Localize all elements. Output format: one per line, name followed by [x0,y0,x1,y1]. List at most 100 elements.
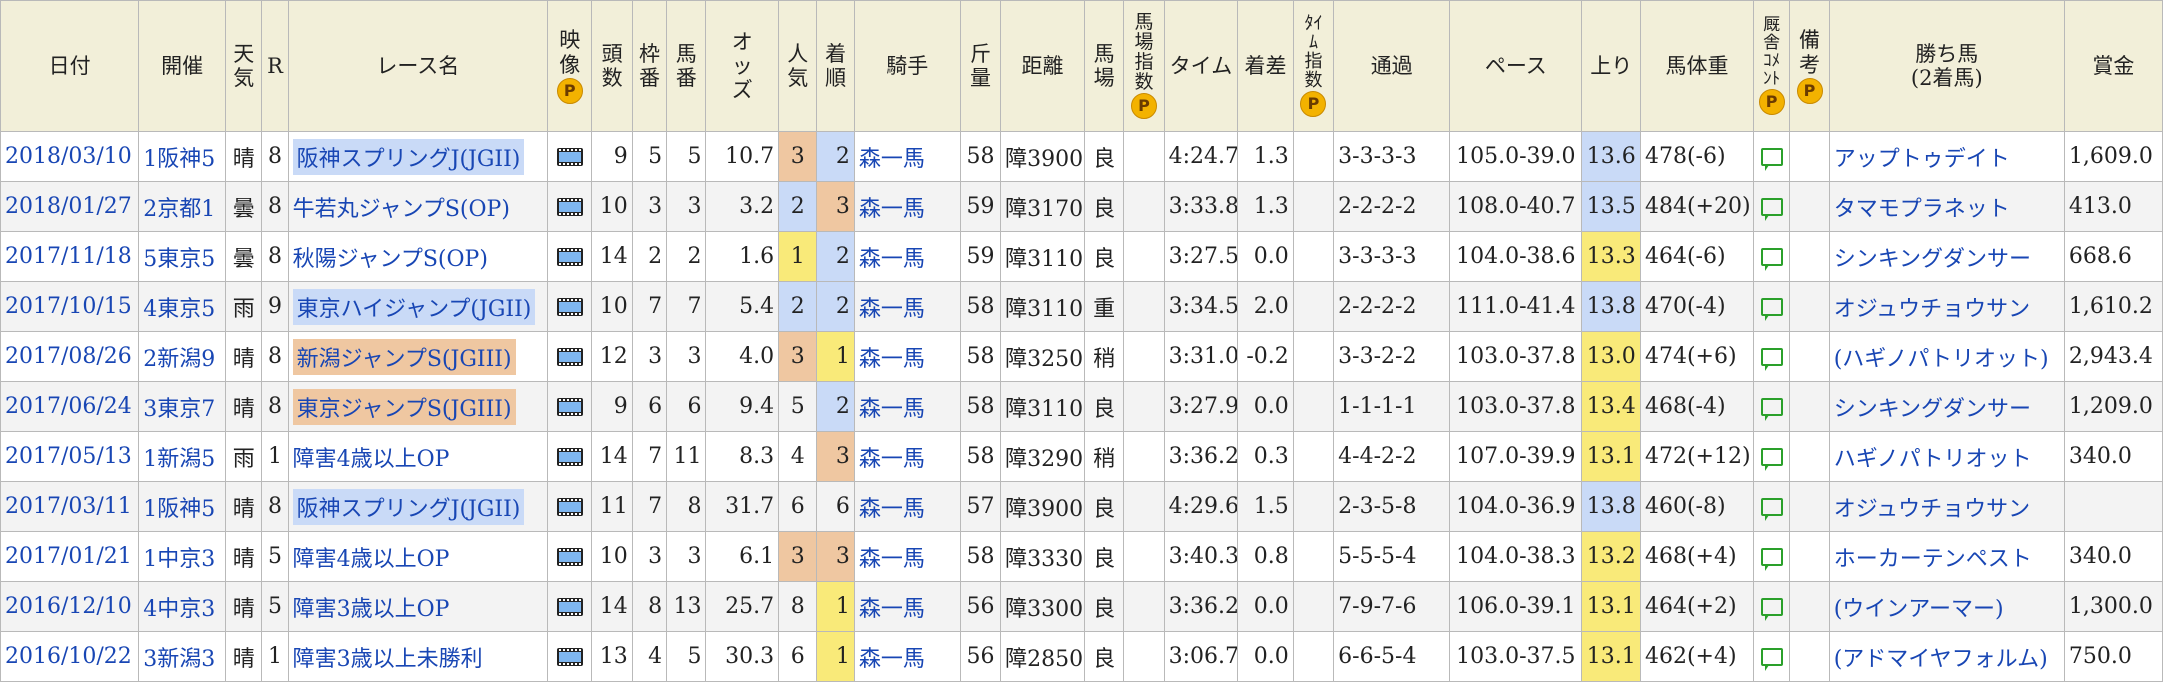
jockey-link[interactable]: 森一馬 [859,597,925,622]
jockey-link[interactable]: 森一馬 [859,647,925,672]
notes-cell [1789,181,1830,232]
comment-icon[interactable] [1760,348,1783,371]
comment-icon[interactable] [1760,648,1783,671]
video-icon[interactable] [556,198,583,216]
video-icon[interactable] [556,298,583,316]
race-name-link[interactable]: 新潟ジャンプS(JGIII) [292,338,516,375]
race-name-link[interactable]: 障害4歳以上OP [293,547,450,572]
venue-link[interactable]: 4中京3 [143,597,215,622]
jockey-link[interactable]: 森一馬 [859,347,925,372]
venue-link[interactable]: 2京都1 [143,197,215,222]
winner-link[interactable]: タマモプラネット [1834,197,2010,222]
jockey-link[interactable]: 森一馬 [859,547,925,572]
stable-comment-cell [1752,481,1791,532]
venue-link[interactable]: 2新潟9 [143,347,215,372]
venue-link[interactable]: 1新潟5 [143,447,215,472]
venue-link[interactable]: 3新潟3 [143,647,215,672]
premium-p-icon[interactable]: P [1758,88,1785,115]
race-name-link[interactable]: 障害3歳以上OP [293,597,450,622]
video-icon[interactable] [556,148,583,166]
date-link[interactable]: 2017/03/11 [5,494,132,519]
comment-icon[interactable] [1760,248,1783,271]
winner-link[interactable]: オジュウチョウサン [1834,297,2030,322]
col-date[interactable]: 日付 [0,0,140,132]
video-icon[interactable] [556,548,583,566]
col-popularity: 人 気 [778,0,818,132]
winner-link[interactable]: アップトゥデイト [1834,147,2010,172]
jockey-link[interactable]: 森一馬 [859,447,925,472]
premium-p-icon[interactable]: P [1130,92,1157,119]
venue-link[interactable]: 3東京7 [143,397,215,422]
video-icon[interactable] [556,448,583,466]
race-name-link[interactable]: 阪神スプリングJ(JGII) [292,488,525,525]
jockey-link[interactable]: 森一馬 [859,147,925,172]
race-name-link[interactable]: 阪神スプリングJ(JGII) [292,138,525,175]
video-icon[interactable] [556,348,583,366]
jockey-link-cell: 森一馬 [853,631,961,682]
date-link[interactable]: 2017/08/26 [5,344,132,369]
date-link[interactable]: 2018/01/27 [5,194,132,219]
date-link-cell: 2017/11/18 [0,231,140,282]
video-icon[interactable] [556,648,583,666]
venue-link[interactable]: 5東京5 [143,247,215,272]
date-link[interactable]: 2017/05/13 [5,444,132,469]
col-prize: 賞金 [2063,0,2163,132]
jockey-link[interactable]: 森一馬 [859,297,925,322]
venue-link[interactable]: 1阪神5 [143,147,215,172]
jockey-link[interactable]: 森一馬 [859,197,925,222]
race-name-link[interactable]: 障害3歳以上未勝利 [293,647,483,672]
comment-icon[interactable] [1760,398,1783,421]
venue-link[interactable]: 1阪神5 [143,497,215,522]
winner-link[interactable]: (ウインアーマー) [1834,597,2004,622]
winner-link[interactable]: オジュウチョウサン [1834,497,2030,522]
comment-icon[interactable] [1760,298,1783,321]
comment-icon[interactable] [1760,598,1783,621]
venue-link[interactable]: 4東京5 [143,297,215,322]
winner-link[interactable]: ハギノパトリオット [1834,447,2032,472]
odds-cell: 9.4 [705,381,780,432]
date-link[interactable]: 2017/11/18 [5,244,132,269]
comment-icon[interactable] [1760,148,1783,171]
date-link[interactable]: 2017/06/24 [5,394,132,419]
premium-p-icon[interactable]: P [1796,77,1823,104]
weight-carried-cell: 59 [959,231,1002,282]
comment-icon[interactable] [1760,198,1783,221]
video-icon[interactable] [556,248,583,266]
race-name-link-cell: 牛若丸ジャンプS(OP) [287,181,549,232]
jockey-link[interactable]: 森一馬 [859,497,925,522]
col-horse-no: 馬 番 [666,0,707,132]
jockey-link[interactable]: 森一馬 [859,397,925,422]
body-weight-cell: 484(+20) [1639,181,1755,232]
winner-link[interactable]: (アドマイヤフォルム) [1834,647,2048,672]
video-icon[interactable] [556,398,583,416]
heads-cell: 11 [591,481,633,532]
comment-icon[interactable] [1760,448,1783,471]
prize-cell: 1,300.0 [2063,581,2163,632]
video-icon[interactable] [556,598,583,616]
premium-p-icon[interactable]: P [1300,90,1327,117]
race-name-link[interactable]: 障害4歳以上OP [293,447,450,472]
date-link[interactable]: 2017/10/15 [5,294,132,319]
comment-icon[interactable] [1760,548,1783,571]
date-link[interactable]: 2016/12/10 [5,594,132,619]
winner-link[interactable]: (ハギノパトリオット) [1834,347,2049,372]
body-weight-cell: 472(+12) [1639,431,1755,482]
weather-cell: 曇 [225,181,263,232]
time-cell: 4:24.7 [1163,131,1239,182]
venue-link[interactable]: 1中京3 [143,547,215,572]
winner-link[interactable]: シンキングダンサー [1834,397,2031,422]
date-link[interactable]: 2016/10/22 [5,644,132,669]
premium-p-icon[interactable]: P [556,77,583,104]
comment-icon[interactable] [1760,498,1783,521]
odds-cell: 3.2 [705,181,780,232]
race-name-link[interactable]: 東京ジャンプS(JGIII) [292,388,516,425]
winner-link[interactable]: シンキングダンサー [1834,247,2031,272]
video-icon[interactable] [556,498,583,516]
race-name-link[interactable]: 牛若丸ジャンプS(OP) [293,197,510,222]
race-name-link[interactable]: 秋陽ジャンプS(OP) [293,247,488,272]
winner-link[interactable]: ホーカーテンペスト [1834,547,2032,572]
race-name-link[interactable]: 東京ハイジャンプ(JGII) [292,288,536,325]
jockey-link[interactable]: 森一馬 [859,247,925,272]
date-link[interactable]: 2017/01/21 [5,544,132,569]
date-link[interactable]: 2018/03/10 [5,144,132,169]
